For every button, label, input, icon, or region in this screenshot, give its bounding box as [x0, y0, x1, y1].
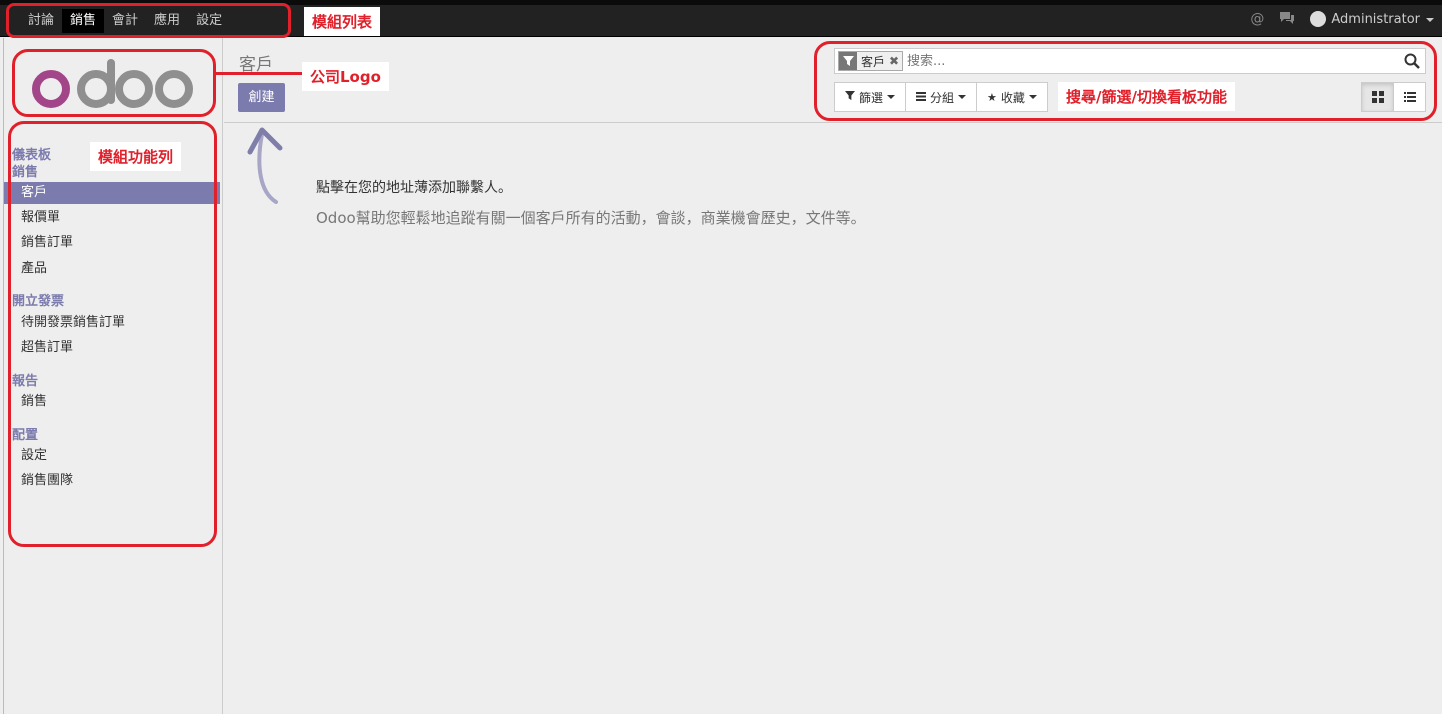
- annotation-line: [216, 72, 304, 75]
- chat-icon[interactable]: [1278, 10, 1296, 28]
- annotation-module-menu: 模組功能列: [90, 142, 182, 171]
- help-title: 點擊在您的地址薄添加聯繫人。: [316, 180, 512, 196]
- navbar-right: @ Administrator: [1248, 10, 1434, 28]
- user-name[interactable]: Administrator: [1331, 12, 1420, 27]
- annotation-box-module-list: [6, 3, 291, 38]
- at-icon[interactable]: @: [1248, 10, 1266, 28]
- annotation-search-filter: 搜尋/篩選/切換看板功能: [1058, 82, 1235, 111]
- help-arrow-icon: [247, 127, 283, 204]
- annotation-company-logo: 公司Logo: [302, 62, 389, 91]
- chevron-down-icon[interactable]: [1426, 18, 1434, 22]
- annotation-box-module-menu: [8, 121, 217, 547]
- help-text: Odoo幫助您輕鬆地追蹤有關一個客戶所有的活動，會談，商業機會歷史，文件等。: [316, 209, 866, 227]
- annotation-module-list: 模組列表: [304, 7, 381, 36]
- avatar[interactable]: [1310, 11, 1327, 27]
- create-button[interactable]: 創建: [238, 83, 285, 112]
- annotation-box-logo: [12, 49, 216, 117]
